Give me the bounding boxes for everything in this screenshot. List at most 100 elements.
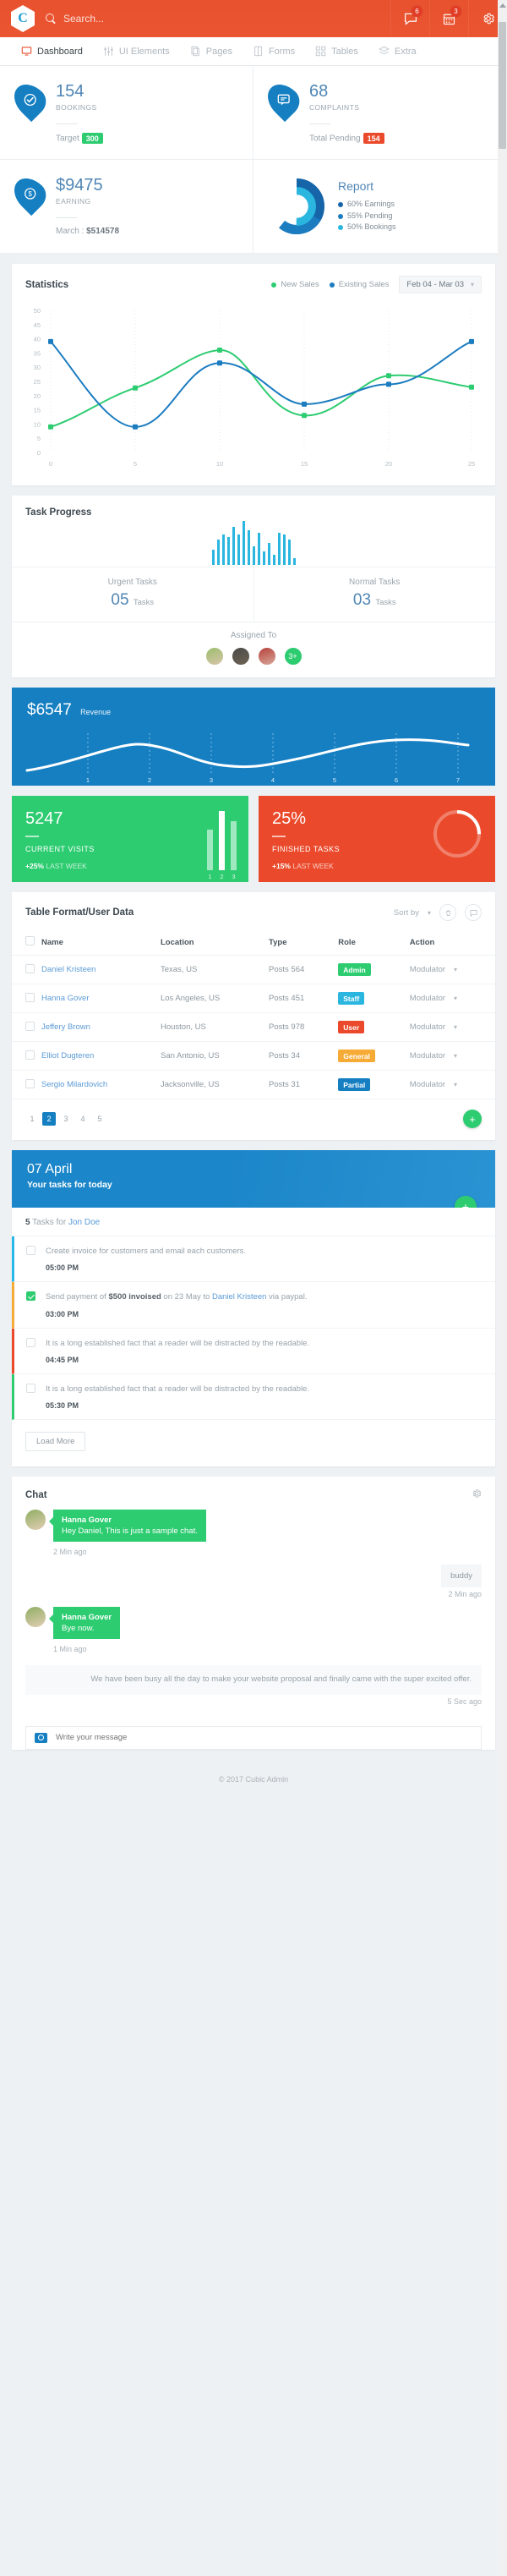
messages-button[interactable]: 6 bbox=[390, 0, 429, 37]
row-checkbox[interactable] bbox=[25, 1021, 35, 1031]
report-title: Report bbox=[338, 178, 374, 193]
svg-text:1: 1 bbox=[86, 776, 90, 784]
search-icon bbox=[46, 13, 57, 25]
task-item: Create invoice for customers and email e… bbox=[12, 1236, 495, 1283]
chat-settings-button[interactable] bbox=[472, 1488, 482, 1501]
page-button-3[interactable]: 3 bbox=[59, 1112, 73, 1126]
urgent-tasks-value-group: 05 Tasks bbox=[12, 591, 254, 610]
normal-tasks: Normal Tasks 03 Tasks bbox=[254, 567, 496, 622]
table-tools: Sort by ▾ bbox=[394, 904, 482, 921]
page-button-2[interactable]: 2 bbox=[42, 1112, 56, 1126]
kpi-footer: Target 300 bbox=[56, 133, 234, 144]
scroll-up-arrow-icon[interactable] bbox=[499, 3, 506, 8]
svg-text:5: 5 bbox=[333, 776, 336, 784]
gear-icon bbox=[472, 1489, 482, 1498]
sort-by-label[interactable]: Sort by bbox=[394, 908, 419, 918]
comment-button[interactable] bbox=[465, 904, 482, 921]
task-time: 05:30 PM bbox=[46, 1401, 79, 1410]
current-visits-tile: 5247 CURRENT VISITS +25% LAST WEEK 1 2 3 bbox=[12, 796, 248, 882]
chevron-down-icon: ▾ bbox=[454, 1052, 458, 1060]
page-scrollbar[interactable] bbox=[498, 0, 507, 2576]
revenue-header: $6547 Revenue bbox=[12, 688, 495, 723]
task-count-user-link[interactable]: Jon Doe bbox=[68, 1218, 100, 1227]
chevron-down-icon[interactable]: ▾ bbox=[428, 909, 431, 917]
svg-text:0: 0 bbox=[49, 460, 52, 468]
topbar-actions: 6 3 bbox=[390, 0, 507, 37]
table-header-bar: Table Format/User Data Sort by ▾ bbox=[12, 892, 495, 929]
svg-text:4: 4 bbox=[271, 776, 275, 784]
calendar-button[interactable]: 3 bbox=[429, 0, 468, 37]
user-name-link[interactable]: Daniel Kristeen bbox=[41, 965, 95, 974]
row-checkbox[interactable] bbox=[25, 1050, 35, 1060]
delete-button[interactable] bbox=[439, 904, 456, 921]
row-checkbox[interactable] bbox=[25, 963, 35, 973]
scrollbar-thumb[interactable] bbox=[499, 22, 506, 149]
tile-delta-suffix: LAST WEEK bbox=[292, 862, 334, 870]
nav-item-ui-elements[interactable]: UI Elements bbox=[94, 37, 179, 66]
nav-item-tables[interactable]: Tables bbox=[306, 37, 368, 66]
kpi-footer: Total Pending 154 bbox=[309, 133, 488, 144]
task-count-number: 5 bbox=[25, 1218, 30, 1227]
svg-text:$: $ bbox=[28, 190, 32, 198]
load-more-wrapper: Load More bbox=[12, 1420, 495, 1466]
task-checkbox[interactable] bbox=[26, 1291, 35, 1302]
kpi-foot-label: Total Pending bbox=[309, 134, 361, 144]
page-button-4[interactable]: 4 bbox=[76, 1112, 90, 1126]
row-action[interactable]: Modulator ▾ bbox=[410, 1080, 492, 1089]
avatar[interactable] bbox=[231, 647, 250, 666]
nav-label: Pages bbox=[205, 46, 232, 57]
row-checkbox[interactable] bbox=[25, 992, 35, 1002]
user-location: Houston, US bbox=[156, 1012, 266, 1042]
svg-text:35: 35 bbox=[34, 349, 41, 357]
row-checkbox[interactable] bbox=[25, 1078, 35, 1088]
nav-item-forms[interactable]: Forms bbox=[243, 37, 304, 66]
nav-label: Forms bbox=[268, 46, 296, 57]
nav-item-dashboard[interactable]: Dashboard bbox=[12, 37, 92, 66]
legend-item: 60% Earnings bbox=[338, 199, 396, 211]
pages-icon bbox=[190, 46, 201, 57]
add-user-button[interactable]: + bbox=[463, 1110, 482, 1128]
nav-item-pages[interactable]: Pages bbox=[181, 37, 242, 66]
task-checkbox[interactable] bbox=[26, 1337, 35, 1347]
tile-delta: +15% bbox=[272, 862, 291, 870]
row-action[interactable]: Modulator ▾ bbox=[410, 965, 492, 974]
camera-icon[interactable] bbox=[35, 1732, 47, 1743]
task-user-link[interactable]: Daniel Kristeen bbox=[212, 1292, 266, 1302]
task-text-mid: on 23 May to bbox=[161, 1292, 212, 1302]
row-action[interactable]: Modulator ▾ bbox=[410, 1051, 492, 1061]
search-input[interactable] bbox=[63, 13, 249, 25]
nav-item-extra[interactable]: Extra bbox=[369, 37, 426, 66]
svg-text:15: 15 bbox=[301, 460, 308, 468]
avatar[interactable] bbox=[257, 647, 276, 666]
user-name-link[interactable]: Elliot Dugteren bbox=[41, 1051, 94, 1061]
task-checkbox[interactable] bbox=[26, 1383, 35, 1393]
row-action[interactable]: Modulator ▾ bbox=[410, 1022, 492, 1032]
legend-item-existing-sales: Existing Sales bbox=[329, 280, 389, 289]
page-button-5[interactable]: 5 bbox=[93, 1112, 106, 1126]
kpi-foot-strong: $514578 bbox=[86, 227, 120, 236]
app-logo[interactable]: C bbox=[0, 5, 46, 32]
revenue-label: Revenue bbox=[80, 708, 112, 716]
task-time: 04:45 PM bbox=[46, 1355, 79, 1364]
normal-tasks-unit: Tasks bbox=[375, 598, 396, 607]
row-action[interactable]: Modulator ▾ bbox=[410, 994, 492, 1003]
task-checkbox[interactable] bbox=[26, 1246, 35, 1255]
user-name-link[interactable]: Hanna Gover bbox=[41, 994, 90, 1003]
user-name-link[interactable]: Sergio Milardovich bbox=[41, 1080, 107, 1089]
chat-message-input[interactable] bbox=[56, 1733, 472, 1743]
svg-text:10: 10 bbox=[216, 460, 223, 468]
panel-title: Statistics bbox=[25, 279, 69, 290]
table-row: Elliot Dugteren San Antonio, US Posts 34… bbox=[12, 1041, 495, 1071]
date-range-selector[interactable]: Feb 04 - Mar 03 ▾ bbox=[399, 276, 482, 293]
page-button-1[interactable]: 1 bbox=[25, 1112, 39, 1126]
assigned-to-section: Assigned To 3+ bbox=[12, 622, 495, 677]
select-all-checkbox[interactable] bbox=[25, 936, 35, 945]
role-badge: User bbox=[338, 1021, 365, 1033]
load-more-button[interactable]: Load More bbox=[25, 1432, 86, 1451]
legend-dot bbox=[338, 213, 343, 219]
user-name-link[interactable]: Jeffery Brown bbox=[41, 1022, 90, 1032]
user-data-table: Name Location Type Role Action Daniel Kr… bbox=[12, 929, 495, 1099]
avatar[interactable] bbox=[204, 647, 224, 666]
add-task-button[interactable]: + bbox=[455, 1196, 477, 1208]
avatar-more-count[interactable]: 3+ bbox=[283, 647, 303, 666]
